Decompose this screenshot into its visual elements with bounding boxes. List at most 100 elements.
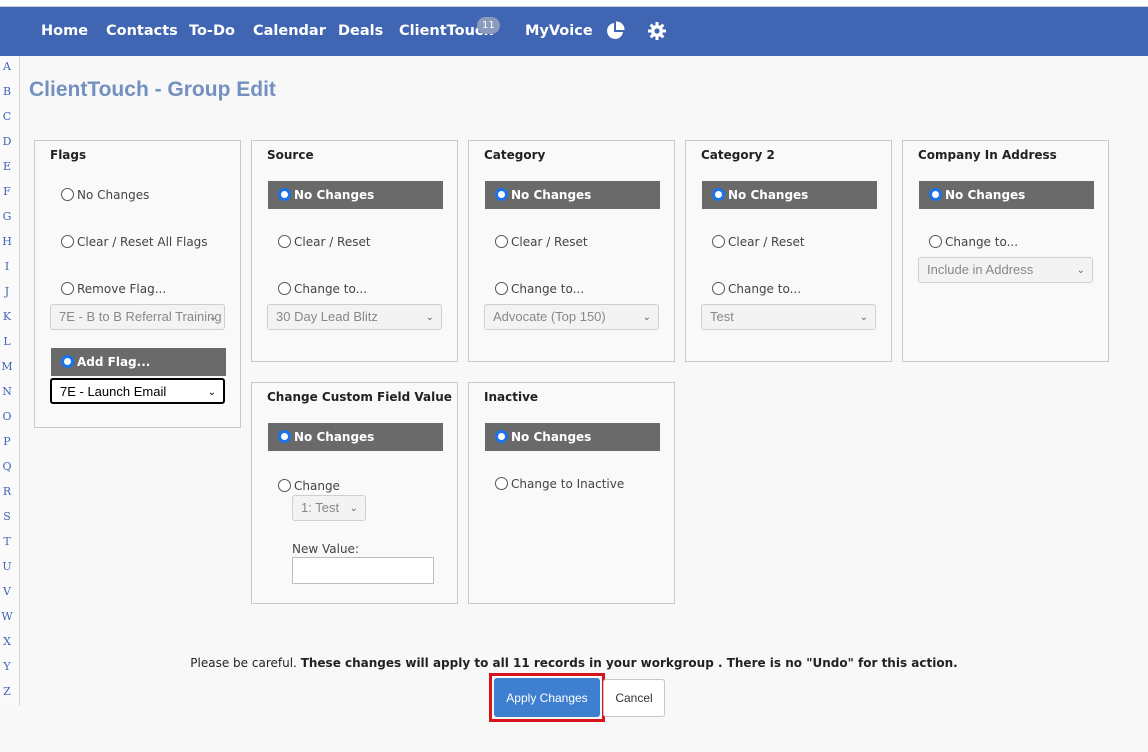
category2-clear-reset-option[interactable]: Clear / Reset [702, 228, 877, 256]
flags-no-changes-option[interactable]: No Changes [51, 181, 226, 209]
alpha-letter-s[interactable]: S [0, 510, 14, 523]
company-in-address-panel: Company In Address No Changes Change to.… [902, 140, 1109, 362]
category-panel: Category No Changes Clear / Reset Change… [468, 140, 675, 362]
alpha-letter-p[interactable]: P [0, 435, 14, 448]
apply-changes-button[interactable]: Apply Changes [494, 678, 600, 717]
nav-myvoice[interactable]: MyVoice [525, 7, 593, 56]
alpha-letter-r[interactable]: R [0, 485, 14, 498]
category2-title: Category 2 [701, 148, 775, 162]
custom-field-panel: Change Custom Field Value No Changes Cha… [251, 382, 458, 604]
inactive-panel: Inactive No Changes Change to Inactive [468, 382, 675, 604]
flags-panel: Flags No Changes Clear / Reset All Flags… [34, 140, 241, 428]
alpha-letter-u[interactable]: U [0, 560, 14, 573]
radio-icon[interactable] [278, 235, 291, 248]
alpha-letter-e[interactable]: E [0, 160, 14, 173]
alpha-letter-h[interactable]: H [0, 235, 14, 248]
radio-icon[interactable] [61, 282, 74, 295]
category-title: Category [484, 148, 546, 162]
alpha-letter-j[interactable]: J [0, 285, 14, 298]
alpha-letter-i[interactable]: I [0, 260, 14, 273]
nav-home[interactable]: Home [41, 7, 88, 56]
inactive-change-option[interactable]: Change to Inactive [485, 470, 660, 498]
category-change-to-option[interactable]: Change to... [485, 275, 660, 303]
source-change-to-option[interactable]: Change to... [268, 275, 443, 303]
radio-icon[interactable] [61, 235, 74, 248]
alpha-letter-t[interactable]: T [0, 535, 14, 548]
radio-icon[interactable] [495, 188, 508, 201]
alpha-letter-f[interactable]: F [0, 185, 14, 198]
alpha-letter-g[interactable]: G [0, 210, 14, 223]
source-no-changes-option[interactable]: No Changes [268, 181, 443, 209]
radio-icon[interactable] [495, 282, 508, 295]
radio-icon[interactable] [929, 235, 942, 248]
alpha-letter-a[interactable]: A [0, 60, 14, 73]
inactive-no-changes-option[interactable]: No Changes [485, 423, 660, 451]
gear-icon[interactable] [647, 21, 667, 41]
alpha-letter-w[interactable]: W [0, 610, 14, 623]
category2-select[interactable]: Test ⌄ [701, 304, 876, 330]
new-value-label: New Value: [292, 542, 359, 556]
radio-icon[interactable] [61, 355, 74, 368]
flags-add-flag-option[interactable]: Add Flag... [51, 348, 226, 376]
radio-icon[interactable] [712, 282, 725, 295]
flags-clear-reset-all-option[interactable]: Clear / Reset All Flags [51, 228, 226, 256]
radio-icon[interactable] [712, 235, 725, 248]
alpha-letter-z[interactable]: Z [0, 685, 14, 698]
company-change-to-option[interactable]: Change to... [919, 228, 1094, 256]
chevron-down-icon: ⌄ [425, 312, 434, 323]
alpha-letter-d[interactable]: D [0, 135, 14, 148]
clienttouch-count-badge: 11 [477, 17, 500, 34]
alpha-letter-v[interactable]: V [0, 585, 14, 598]
source-clear-reset-option[interactable]: Clear / Reset [268, 228, 443, 256]
alpha-letter-n[interactable]: N [0, 385, 14, 398]
radio-icon[interactable] [278, 282, 291, 295]
category-clear-reset-option[interactable]: Clear / Reset [485, 228, 660, 256]
alpha-letter-k[interactable]: K [0, 310, 14, 323]
alpha-letter-l[interactable]: L [0, 335, 14, 348]
company-title: Company In Address [918, 148, 1057, 162]
radio-icon[interactable] [278, 188, 291, 201]
inactive-title: Inactive [484, 390, 539, 404]
nav-calendar[interactable]: Calendar [253, 7, 326, 56]
radio-icon[interactable] [712, 188, 725, 201]
add-flag-select[interactable]: 7E - Launch Email ⌄ [50, 378, 225, 404]
radio-icon[interactable] [495, 477, 508, 490]
radio-icon[interactable] [495, 430, 508, 443]
page-title: ClientTouch - Group Edit [29, 78, 276, 101]
nav-contacts[interactable]: Contacts [106, 7, 178, 56]
flags-title: Flags [50, 148, 87, 162]
radio-icon[interactable] [495, 235, 508, 248]
new-value-input[interactable] [292, 557, 434, 584]
radio-icon[interactable] [929, 188, 942, 201]
radio-icon[interactable] [278, 430, 291, 443]
company-select[interactable]: Include in Address ⌄ [918, 257, 1093, 283]
chevron-down-icon: ⌄ [207, 387, 216, 398]
alpha-letter-q[interactable]: Q [0, 460, 14, 473]
alpha-letter-o[interactable]: O [0, 410, 14, 423]
custom-field-no-changes-option[interactable]: No Changes [268, 423, 443, 451]
chevron-down-icon: ⌄ [642, 312, 651, 323]
alpha-letter-c[interactable]: C [0, 110, 14, 123]
remove-flag-select[interactable]: 7E - B to B Referral Training ⌄ [50, 304, 225, 330]
alpha-letter-b[interactable]: B [0, 85, 14, 98]
custom-field-select[interactable]: 1: Test ⌄ [292, 495, 366, 521]
source-select[interactable]: 30 Day Lead Blitz ⌄ [267, 304, 442, 330]
nav-todo[interactable]: To-Do [189, 7, 235, 56]
company-no-changes-option[interactable]: No Changes [919, 181, 1094, 209]
radio-icon[interactable] [61, 188, 74, 201]
pie-chart-icon[interactable] [605, 21, 625, 41]
alpha-letter-m[interactable]: M [0, 360, 14, 373]
radio-icon[interactable] [278, 479, 291, 492]
nav-deals[interactable]: Deals [338, 7, 383, 56]
alpha-letter-x[interactable]: X [0, 635, 14, 648]
category2-change-to-option[interactable]: Change to... [702, 275, 877, 303]
cancel-button[interactable]: Cancel [603, 679, 665, 717]
category2-no-changes-option[interactable]: No Changes [702, 181, 877, 209]
top-navbar: Home Contacts To-Do Calendar Deals Clien… [0, 7, 1148, 56]
category-select[interactable]: Advocate (Top 150) ⌄ [484, 304, 659, 330]
flags-remove-flag-option[interactable]: Remove Flag... [51, 275, 226, 303]
source-panel: Source No Changes Clear / Reset Change t… [251, 140, 458, 362]
category-no-changes-option[interactable]: No Changes [485, 181, 660, 209]
chevron-down-icon: ⌄ [859, 312, 868, 323]
window-top-strip [0, 0, 1148, 7]
